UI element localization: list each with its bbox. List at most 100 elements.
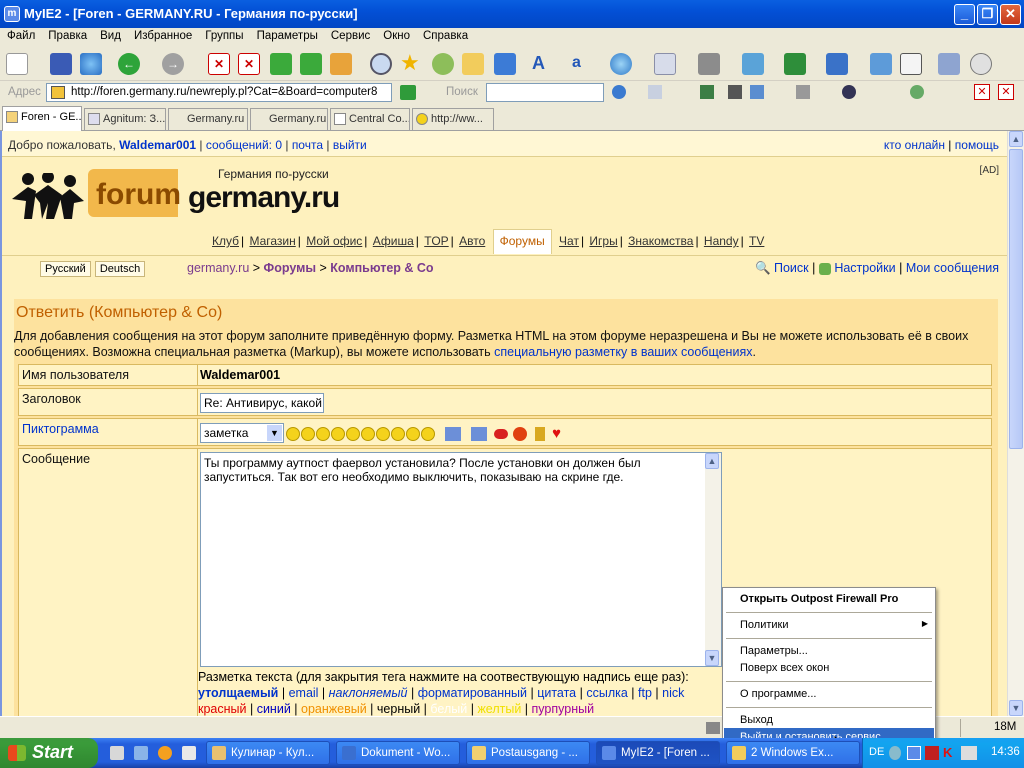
image-block-icon[interactable] xyxy=(796,85,810,99)
close-button[interactable]: ✕ xyxy=(1000,4,1021,25)
tray-arrow-icon[interactable] xyxy=(889,746,901,760)
back-icon[interactable]: ← xyxy=(118,53,140,75)
tongue-icon[interactable] xyxy=(406,426,420,441)
nav-games[interactable]: Игры xyxy=(589,234,617,248)
markup-url[interactable]: ссылка xyxy=(586,686,627,700)
scroll-thumb[interactable] xyxy=(1009,149,1023,449)
lang-ru-button[interactable]: Русский xyxy=(40,261,91,277)
trophy-icon[interactable] xyxy=(534,426,545,441)
mad-icon[interactable] xyxy=(376,426,390,441)
task-postausgang[interactable]: Postausgang - ... xyxy=(466,741,590,765)
history-icon[interactable] xyxy=(432,53,454,75)
quicklaunch-ie-icon[interactable] xyxy=(134,746,148,760)
online-link[interactable]: кто онлайн xyxy=(884,138,945,152)
favorites-icon[interactable]: ★ xyxy=(400,52,422,75)
window-icon[interactable] xyxy=(742,53,764,75)
forward-icon[interactable]: → xyxy=(162,53,184,75)
logout-link[interactable]: выйти xyxy=(333,138,367,152)
messages-link[interactable]: сообщений: 0 xyxy=(206,138,282,152)
crumb-site[interactable]: germany.ru xyxy=(187,261,249,275)
refresh-small-icon[interactable] xyxy=(910,85,924,99)
nav-forums[interactable]: Форумы xyxy=(492,229,552,254)
nav-office[interactable]: Мой офис xyxy=(306,234,362,248)
font-icon[interactable]: A xyxy=(532,53,554,75)
help-link[interactable]: помощь xyxy=(955,138,999,152)
menu-parameters[interactable]: Параметры... xyxy=(724,642,934,660)
clock[interactable]: 14:36 xyxy=(991,746,1020,758)
menu-policies[interactable]: Политики ▶ xyxy=(724,616,934,634)
smiley-icon[interactable] xyxy=(286,426,300,441)
markup-italic[interactable]: наклоняемый xyxy=(329,686,408,700)
markup-nick[interactable]: nick xyxy=(662,686,684,700)
flower-icon[interactable] xyxy=(513,426,528,441)
task-kulinar[interactable]: Кулинар - Кул... xyxy=(206,741,330,765)
quicklaunch-desktop-icon[interactable] xyxy=(110,746,124,760)
my-messages-link[interactable]: Мои сообщения xyxy=(906,261,999,275)
scroll-up-icon[interactable]: ▲ xyxy=(1009,131,1023,147)
title-bar[interactable]: m MyIE2 - [Foren - GERMANY.RU - Германия… xyxy=(0,0,1024,28)
frown-icon[interactable] xyxy=(301,426,315,441)
web-icon[interactable] xyxy=(610,53,632,75)
markup-quote[interactable]: цитата xyxy=(537,686,576,700)
icon-select[interactable]: заметка ▼ xyxy=(200,423,284,443)
tab-foren[interactable]: Foren - GE... xyxy=(2,106,82,131)
scroll-up-icon[interactable]: ▲ xyxy=(705,453,719,469)
nav-shop[interactable]: Магазин xyxy=(249,234,295,248)
options-icon[interactable] xyxy=(970,53,992,75)
edit-icon[interactable] xyxy=(938,53,960,75)
go-icon[interactable] xyxy=(400,85,416,100)
lips-icon[interactable] xyxy=(494,428,509,439)
icon-label[interactable]: Пиктограмма xyxy=(22,422,99,436)
globe-save-icon[interactable] xyxy=(80,53,102,75)
color-black[interactable]: черный xyxy=(377,702,420,716)
mail-icon[interactable] xyxy=(654,53,676,75)
markup-pre[interactable]: форматированный xyxy=(418,686,527,700)
proxy-icon[interactable] xyxy=(698,53,720,75)
menu-edit[interactable]: Правка xyxy=(41,28,93,42)
save-icon[interactable] xyxy=(50,53,72,75)
language-indicator[interactable]: DE xyxy=(869,746,884,758)
markup-email[interactable]: email xyxy=(289,686,319,700)
quicklaunch-media-icon[interactable] xyxy=(158,746,172,760)
search-icon[interactable] xyxy=(370,53,392,75)
laugh-icon[interactable] xyxy=(361,426,375,441)
tray-network-icon[interactable] xyxy=(961,746,977,760)
markup-help-link[interactable]: специальную разметку в ваших сообщениях xyxy=(494,345,752,359)
collect-icon[interactable] xyxy=(700,85,714,99)
task-dokument[interactable]: Dokument - Wo... xyxy=(336,741,460,765)
menu-window[interactable]: Окно xyxy=(376,28,416,42)
confused-icon[interactable] xyxy=(316,426,330,441)
nav-afisha[interactable]: Афиша xyxy=(373,234,414,248)
user-link[interactable]: Waldemar001 xyxy=(119,138,196,152)
color-blue[interactable]: синий xyxy=(257,702,291,716)
trash-icon[interactable] xyxy=(706,722,720,734)
restore-icon[interactable] xyxy=(870,53,892,75)
search-link[interactable]: Поиск xyxy=(774,261,809,275)
quicklaunch-app-icon[interactable] xyxy=(182,746,196,760)
settings-link[interactable]: Настройки xyxy=(834,261,895,275)
tray-outpost-icon[interactable] xyxy=(925,746,939,760)
menu-favorites[interactable]: Избранное xyxy=(127,28,198,42)
tray-myie-icon[interactable] xyxy=(907,746,921,760)
minimize-button[interactable]: _ xyxy=(954,4,975,25)
nav-auto[interactable]: Авто xyxy=(459,234,485,248)
textarea-scrollbar[interactable]: ▲ ▼ xyxy=(705,453,721,666)
color-orange[interactable]: оранжевый xyxy=(301,702,367,716)
tab-http[interactable]: http://ww... xyxy=(412,108,494,130)
tab-agnitum[interactable]: Agnitum: З... xyxy=(84,108,166,130)
download-icon[interactable] xyxy=(784,53,806,75)
tab-central[interactable]: Central Co... xyxy=(330,108,410,130)
nav-handy[interactable]: Handy xyxy=(704,234,739,248)
task-myie2[interactable]: MyIE2 - [Foren ... xyxy=(596,741,720,765)
menu-view[interactable]: Вид xyxy=(93,28,127,42)
menu-tools[interactable]: Сервис xyxy=(324,28,376,42)
thumbs-up-icon[interactable] xyxy=(445,426,462,441)
address-input[interactable]: http://foren.germany.ru/newreply.pl?Cat=… xyxy=(46,83,392,102)
mail-link[interactable]: почта xyxy=(292,138,323,152)
color-purple[interactable]: пурпурный xyxy=(532,702,595,716)
menu-exit[interactable]: Выход xyxy=(724,711,934,729)
start-button[interactable]: Start xyxy=(0,738,98,768)
search-go-icon[interactable] xyxy=(612,85,626,99)
heart-icon[interactable]: ♥ xyxy=(552,425,561,442)
crumb-board[interactable]: Компьютер & Co xyxy=(330,261,433,275)
